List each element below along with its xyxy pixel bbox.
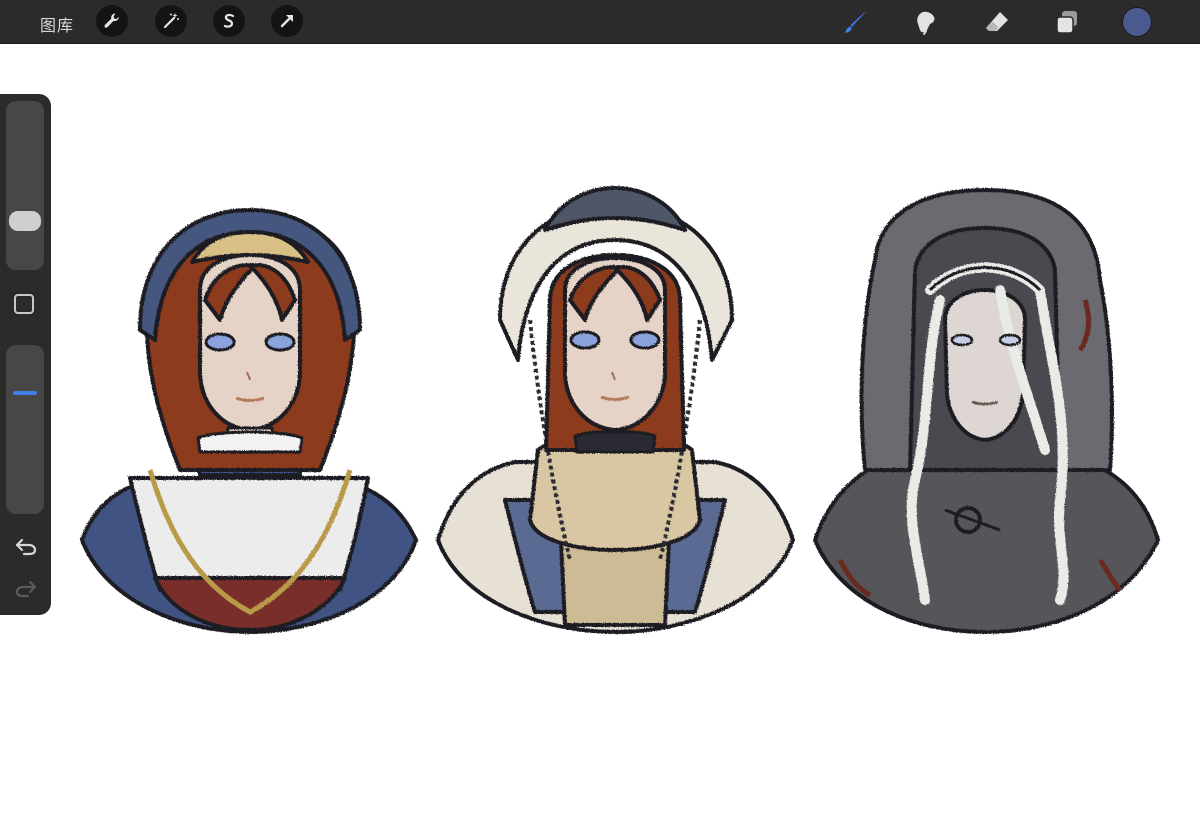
layers-icon [1056,11,1077,34]
color-picker-button[interactable] [1122,7,1152,37]
brush-tool-button[interactable] [839,5,873,39]
figure-grey-cloak [813,188,1160,634]
eraser-tool-button[interactable] [980,5,1014,39]
selection-s-icon [223,13,235,28]
adjustments-button[interactable] [155,5,187,37]
layers-button[interactable] [1050,5,1084,39]
transform-arrow-icon [280,15,293,28]
smudge-tool-button[interactable] [909,5,943,39]
top-toolbar: 图库 [0,0,1200,44]
selection-button[interactable] [213,5,245,37]
smudge-icon [917,11,935,35]
actions-button[interactable] [96,5,128,37]
figure-fur-hood [436,186,795,634]
magic-wand-icon [163,13,179,29]
wrench-icon [104,13,119,28]
transform-button[interactable] [271,5,303,37]
drawing-canvas[interactable] [0,44,1200,838]
eraser-icon [986,12,1008,31]
artwork [80,186,1160,634]
brush-icon [845,11,867,33]
gallery-button[interactable]: 图库 [40,12,74,36]
figure-blue-bonnet [80,208,418,634]
